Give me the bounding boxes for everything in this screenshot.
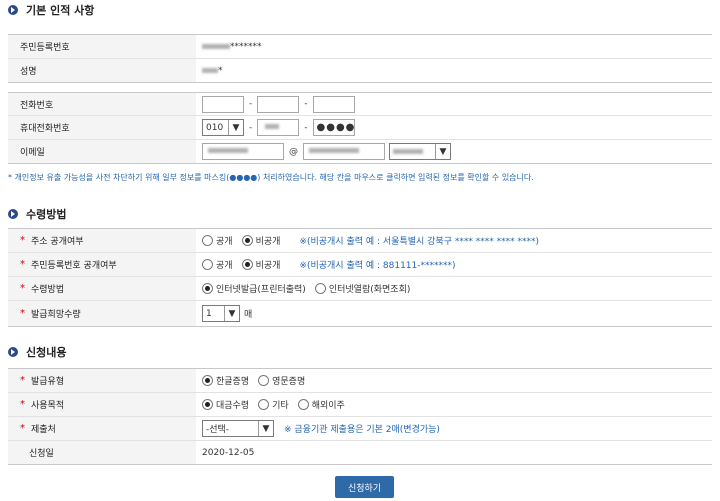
receipt-table: * 주소 공개여부 공개 비공개 ※(비공개시 출력 예 : 서울특별시 강북구 … [8,228,712,327]
section-basic-info-title: 기본 인적 사항 [8,2,94,18]
addr-note: ※(비공개시 출력 예 : 서울특별시 강북구 **** **** **** *… [299,237,539,247]
phone-row: 전화번호 - - [8,92,712,116]
phone-field-3[interactable] [312,95,355,113]
purpose-emigration-radio[interactable]: 해외이주 [297,398,345,411]
date-value: 2020-12-05 [202,447,255,458]
submit-to-select[interactable]: -선택- ▼ [202,420,274,437]
issue-type-options: 한글증명 영문증명 [196,369,712,392]
email-id-field[interactable] [202,143,284,160]
date-row: 신청일 2020-12-05 [8,441,712,465]
phone-field-2[interactable] [257,95,300,113]
name-label: 성명 [8,59,196,82]
mobile-row: 휴대전화번호 010 ▼ - - ●●●● [8,116,712,140]
purpose-other-radio[interactable]: 기타 [258,398,289,411]
rrn-public-radio[interactable]: 공개 [202,258,233,271]
email-at: @ [289,146,298,157]
phone-field-1[interactable] [202,95,244,113]
name-value: * [196,59,712,82]
purpose-options: 대금수령 기타 해외이주 [196,393,712,416]
addr-private-radio[interactable]: 비공개 [241,234,280,247]
rrn-value: ******* [196,35,712,58]
chevron-down-icon: ▼ [435,144,450,159]
section-bullet-icon [8,209,18,219]
phone-inputs: - - [196,93,712,115]
addr-public-radio[interactable]: 공개 [202,234,233,247]
rrn-label: 주민등록번호 [8,35,196,58]
rrn-row: 주민등록번호 ******* [8,35,712,59]
chevron-down-icon: ▼ [224,306,239,321]
name-mask: * [218,65,223,76]
addr-disclosure-label: * 주소 공개여부 [8,229,196,252]
submit-to-note: ※ 금융기관 제출용은 기본 2매(변경가능) [284,425,440,435]
purpose-row: * 사용목적 대금수령 기타 해외이주 [8,393,712,417]
section-application-title: 신청내용 [8,344,66,360]
email-row: 이메일 @ ▼ [8,140,712,164]
basic-info-table: 주민등록번호 ******* 성명 * 전화번호 - - 휴대전화번호 010 … [8,34,712,164]
submit-to-row: * 제출처 -선택- ▼ ※ 금융기관 제출용은 기본 2매(변경가능) [8,417,712,441]
issue-type-label: * 발급유형 [8,369,196,392]
masking-notice: * 개인정보 유출 가능성을 사전 차단하기 위해 일부 정보를 마스킹(●●●… [8,173,534,182]
addr-disclosure-options: 공개 비공개 ※(비공개시 출력 예 : 서울특별시 강북구 **** ****… [196,229,712,252]
apply-button[interactable]: 신청하기 [335,476,394,498]
section-title-text: 수령방법 [26,208,67,221]
section-bullet-icon [8,347,18,357]
rrn-disclosure-row: * 주민등록번호 공개여부 공개 비공개 ※(비공개시 출력 예 : 881111… [8,253,712,277]
submit-to-label: * 제출처 [8,417,196,440]
rrn-disclosure-options: 공개 비공개 ※(비공개시 출력 예 : 881111-*******) [196,253,712,276]
section-bullet-icon [8,5,18,15]
addr-disclosure-row: * 주소 공개여부 공개 비공개 ※(비공개시 출력 예 : 서울특별시 강북구 … [8,229,712,253]
rrn-note: ※(비공개시 출력 예 : 881111-*******) [299,261,456,271]
rrn-disclosure-label: * 주민등록번호 공개여부 [8,253,196,276]
count-value: 1 ▼ 매 [196,301,712,326]
method-row: * 수령방법 인터넷발급(프린터출력) 인터넷열람(화면조회) [8,277,712,301]
purpose-label: * 사용목적 [8,393,196,416]
mobile-label: 휴대전화번호 [8,116,196,139]
email-domain-field[interactable] [303,143,385,160]
count-label: * 발급희망수량 [8,301,196,326]
count-select[interactable]: 1 ▼ [202,305,240,322]
rrn-mask: ******* [230,41,262,52]
mobile-last-field[interactable]: ●●●● [312,119,355,136]
type-english-radio[interactable]: 영문증명 [258,374,305,387]
issue-type-row: * 발급유형 한글증명 영문증명 [8,369,712,393]
submit-to-value: -선택- ▼ ※ 금융기관 제출용은 기본 2매(변경가능) [196,417,712,440]
mobile-inputs: 010 ▼ - - ●●●● [196,116,712,139]
mobile-prefix-select[interactable]: 010 ▼ [202,119,244,136]
section-title-text: 신청내용 [26,346,67,359]
method-print-radio[interactable]: 인터넷발급(프린터출력) [202,282,306,295]
chevron-down-icon: ▼ [228,120,243,135]
phone-label: 전화번호 [8,93,196,115]
email-domain-select[interactable]: ▼ [389,143,451,160]
section-title-text: 기본 인적 사항 [26,4,95,17]
email-label: 이메일 [8,140,196,163]
type-korean-radio[interactable]: 한글증명 [202,374,249,387]
count-unit: 매 [244,310,253,320]
method-label: * 수령방법 [8,277,196,300]
email-inputs: @ ▼ [196,140,712,163]
purpose-payment-radio[interactable]: 대금수령 [202,398,249,411]
date-label: 신청일 [8,441,196,464]
chevron-down-icon: ▼ [258,421,273,436]
count-row: * 발급희망수량 1 ▼ 매 [8,301,712,327]
rrn-private-radio[interactable]: 비공개 [241,258,280,271]
name-row: 성명 * [8,59,712,83]
mobile-middle-field[interactable] [257,119,300,136]
application-table: * 발급유형 한글증명 영문증명 * 사용목적 대금수령 기타 해외이주 * 제출처 … [8,368,712,465]
method-options: 인터넷발급(프린터출력) 인터넷열람(화면조회) [196,277,712,300]
method-view-radio[interactable]: 인터넷열람(화면조회) [314,282,410,295]
section-receipt-title: 수령방법 [8,206,66,222]
